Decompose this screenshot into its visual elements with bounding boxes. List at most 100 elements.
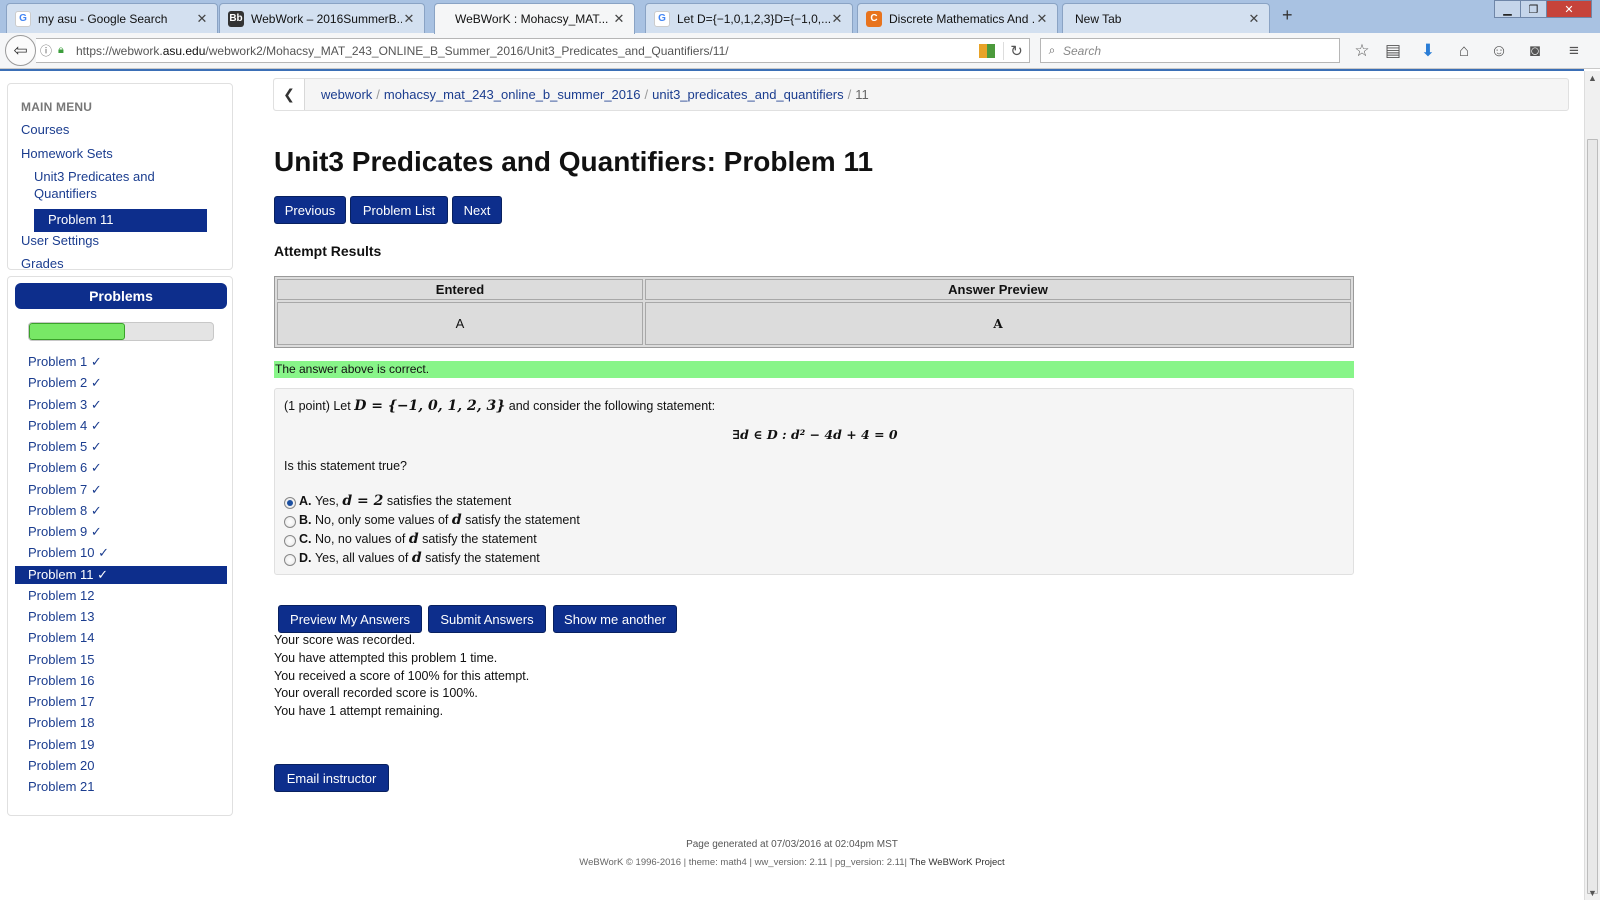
- option-d-letter: D.: [299, 551, 312, 565]
- option-d-text: Yes, all values of: [314, 551, 409, 565]
- browser-tab[interactable]: G my asu - Google Search ✕: [6, 3, 218, 33]
- page-scrollbar[interactable]: ▲ ▼: [1584, 71, 1600, 900]
- scroll-thumb[interactable]: [1587, 139, 1598, 894]
- attempt-results-table: Entered Answer Preview A A: [274, 276, 1354, 348]
- problem-list-item[interactable]: Problem 20: [15, 757, 227, 775]
- results-entered-cell: A: [277, 302, 643, 345]
- menu-set-line1: Unit3 Predicates and: [34, 169, 155, 184]
- problem-list-item[interactable]: Problem 5 ✓: [15, 438, 227, 456]
- info-icon[interactable]: ⓘ: [40, 42, 58, 59]
- breadcrumb-set[interactable]: unit3_predicates_and_quantifiers: [652, 87, 844, 102]
- problem-list-item[interactable]: Problem 17: [15, 693, 227, 711]
- scroll-up-icon[interactable]: ▲: [1588, 73, 1597, 83]
- close-tab-icon[interactable]: ✕: [1035, 11, 1049, 27]
- webwork-project-link[interactable]: The WeBWorK Project: [909, 857, 1004, 868]
- email-instructor-button[interactable]: Email instructor: [274, 764, 389, 792]
- problems-header: Problems: [15, 283, 227, 309]
- problem-list-button[interactable]: Problem List: [350, 196, 448, 224]
- google-icon: G: [15, 10, 31, 27]
- bookmark-star-icon[interactable]: ☆: [1351, 40, 1373, 62]
- option-b[interactable]: B. No, only some values of d satisfy the…: [284, 512, 580, 528]
- minimize-window-icon[interactable]: ▁: [1494, 0, 1521, 18]
- results-header-preview: Answer Preview: [645, 279, 1351, 300]
- reload-icon[interactable]: ↻: [1003, 41, 1029, 60]
- menu-homework-sets-link[interactable]: Homework Sets: [21, 145, 113, 162]
- breadcrumb-webwork[interactable]: webwork: [321, 87, 372, 102]
- browser-tab-active[interactable]: WeBWorK : Mohacsy_MAT... ✕: [434, 3, 635, 34]
- browser-back-icon[interactable]: ⇦: [5, 35, 36, 66]
- show-another-button[interactable]: Show me another: [553, 605, 677, 633]
- problem-list-item[interactable]: Problem 10 ✓: [15, 544, 227, 562]
- menu-grades-link[interactable]: Grades: [21, 255, 64, 272]
- score-line: Your score was recorded.: [274, 633, 416, 647]
- close-tab-icon[interactable]: ✕: [612, 11, 626, 27]
- next-button[interactable]: Next: [452, 196, 502, 224]
- close-window-icon[interactable]: ✕: [1546, 0, 1592, 18]
- set-definition-math: D = {−1, 0, 1, 2, 3}: [354, 398, 506, 414]
- browser-tab[interactable]: G Let D={−1,0,1,2,3}D={−1,0,... ✕: [645, 3, 853, 33]
- problem-list-item[interactable]: Problem 2 ✓: [15, 374, 227, 392]
- restore-window-icon[interactable]: ❐: [1520, 0, 1547, 18]
- previous-button[interactable]: Previous: [274, 196, 346, 224]
- reading-list-icon[interactable]: ▤: [1382, 40, 1404, 62]
- radio-option-d[interactable]: [284, 553, 296, 566]
- option-d[interactable]: D. Yes, all values of d satisfy the stat…: [284, 550, 540, 566]
- browser-tab[interactable]: New Tab ✕: [1062, 3, 1270, 33]
- webwork-page: MAIN MENU Courses Homework Sets Unit3 Pr…: [0, 71, 1584, 900]
- url-text[interactable]: https://webwork.asu.edu/webwork2/Mohacsy…: [76, 44, 979, 58]
- problem-list-item[interactable]: Problem 18: [15, 714, 227, 732]
- option-c-text-end: satisfy the statement: [422, 532, 537, 546]
- close-tab-icon[interactable]: ✕: [830, 11, 844, 27]
- extension-icon[interactable]: [979, 43, 995, 58]
- breadcrumb-back-icon[interactable]: ❮: [274, 79, 305, 110]
- problem-list-item[interactable]: Problem 11 ✓: [15, 565, 227, 584]
- problem-list-item[interactable]: Problem 12: [15, 587, 227, 605]
- chat-icon[interactable]: ☺: [1488, 40, 1510, 62]
- problem-list-item[interactable]: Problem 21: [15, 778, 227, 796]
- radio-option-c[interactable]: [284, 534, 296, 547]
- preview-answers-button[interactable]: Preview My Answers: [278, 605, 422, 633]
- breadcrumb-course[interactable]: mohacsy_mat_243_online_b_summer_2016: [384, 87, 641, 102]
- close-tab-icon[interactable]: ✕: [402, 11, 416, 27]
- score-summary: Your score was recorded. You have attemp…: [274, 632, 529, 721]
- menu-current-problem[interactable]: Problem 11: [34, 209, 207, 232]
- new-tab-plus-icon[interactable]: +: [1282, 5, 1293, 26]
- blackboard-icon: Bb: [228, 10, 244, 27]
- problem-list-item[interactable]: Problem 8 ✓: [15, 502, 227, 520]
- problem-list-item[interactable]: Problem 13: [15, 608, 227, 626]
- problem-list-item[interactable]: Problem 14: [15, 629, 227, 647]
- browser-search-input[interactable]: ⌕ Search: [1040, 38, 1340, 63]
- option-d-math: d: [411, 550, 422, 566]
- radio-option-b[interactable]: [284, 515, 296, 528]
- address-bar[interactable]: ⓘ 🔒︎ https://webwork.asu.edu/webwork2/Mo…: [36, 38, 1030, 63]
- pocket-icon[interactable]: ◙: [1524, 40, 1546, 62]
- menu-hamburger-icon[interactable]: ≡: [1563, 40, 1585, 62]
- close-tab-icon[interactable]: ✕: [195, 11, 209, 27]
- home-icon[interactable]: ⌂: [1453, 40, 1475, 62]
- browser-tab[interactable]: C Discrete Mathematics And ... ✕: [857, 3, 1058, 33]
- problem-list-item[interactable]: Problem 16: [15, 672, 227, 690]
- browser-tab[interactable]: Bb WebWork – 2016SummerB... ✕: [219, 3, 425, 33]
- breadcrumb: ❮ webwork / mohacsy_mat_243_online_b_summe…: [273, 78, 1569, 111]
- problem-list-item[interactable]: Problem 3 ✓: [15, 396, 227, 414]
- download-icon[interactable]: ⬇: [1417, 40, 1439, 62]
- submit-answers-button[interactable]: Submit Answers: [428, 605, 546, 633]
- breadcrumb-separator: /: [644, 87, 649, 102]
- breadcrumb-separator: /: [376, 87, 380, 102]
- option-a[interactable]: A. Yes, d = 2 satisfies the statement: [284, 493, 511, 509]
- close-tab-icon[interactable]: ✕: [1247, 11, 1261, 27]
- option-c[interactable]: C. No, no values of d satisfy the statem…: [284, 531, 537, 547]
- problem-list-item[interactable]: Problem 7 ✓: [15, 481, 227, 499]
- scroll-down-icon[interactable]: ▼: [1588, 888, 1597, 898]
- problem-list-item[interactable]: Problem 19: [15, 736, 227, 754]
- problem-list-item[interactable]: Problem 1 ✓: [15, 353, 227, 371]
- menu-user-settings-link[interactable]: User Settings: [21, 232, 99, 249]
- browser-nav-bar: ⇦ ⓘ 🔒︎ https://webwork.asu.edu/webwork2/…: [0, 33, 1600, 69]
- problem-list-item[interactable]: Problem 15: [15, 651, 227, 669]
- menu-set-link[interactable]: Unit3 Predicates and Quantifiers: [34, 168, 155, 202]
- radio-option-a[interactable]: [284, 496, 296, 509]
- problem-list-item[interactable]: Problem 9 ✓: [15, 523, 227, 541]
- problem-list-item[interactable]: Problem 4 ✓: [15, 417, 227, 435]
- menu-courses-link[interactable]: Courses: [21, 121, 69, 138]
- problem-list-item[interactable]: Problem 6 ✓: [15, 459, 227, 477]
